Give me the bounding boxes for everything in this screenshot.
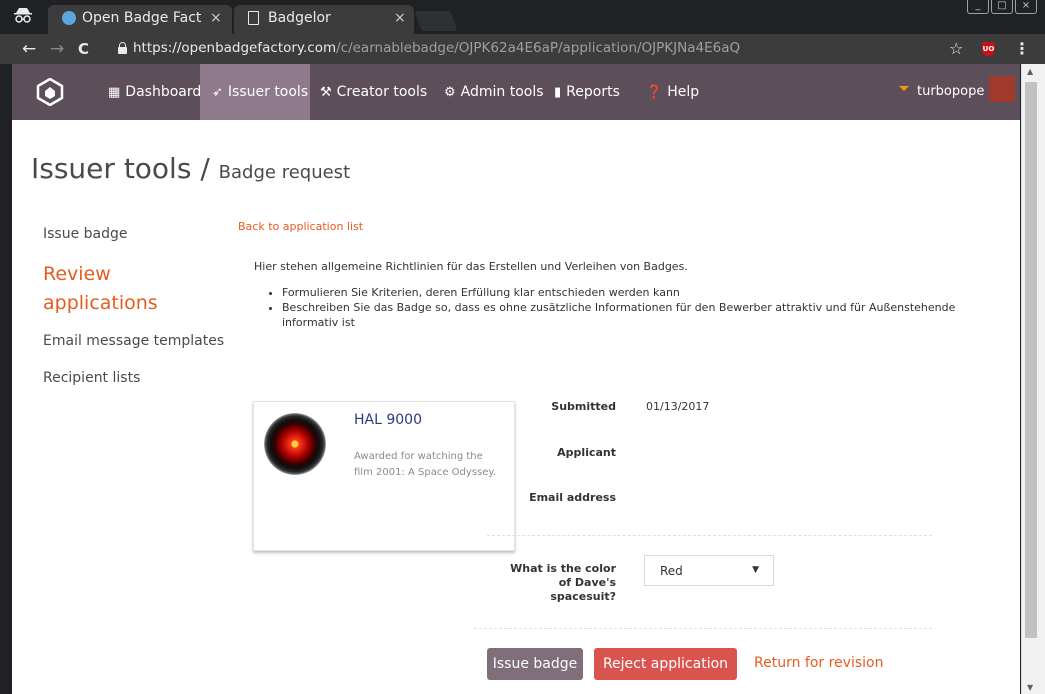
- forward-arrow-icon[interactable]: →: [50, 39, 64, 59]
- browser-menu-icon[interactable]: ⋮: [1014, 39, 1030, 58]
- user-caret-icon[interactable]: [899, 86, 909, 91]
- page-subtitle: Badge request: [218, 162, 351, 183]
- maximize-icon[interactable]: □: [991, 0, 1013, 14]
- page-content: Issuer tools / Badge request Issue badge…: [12, 120, 1020, 694]
- nav-reports[interactable]: ▮ Reports: [554, 64, 620, 120]
- nav-creator-tools[interactable]: ⚒ Creator tools: [320, 64, 427, 120]
- divider: [487, 535, 932, 536]
- wrench-icon: ⚒: [320, 85, 332, 100]
- send-icon: ➶: [212, 85, 223, 100]
- page-favicon-icon: [248, 11, 259, 25]
- sidebar-item-review-applications[interactable]: Review applications: [43, 260, 193, 318]
- minimize-icon[interactable]: _: [967, 0, 989, 14]
- browser-window: Open Badge Factor × Badgelor × _ □ × ← →…: [0, 0, 1045, 694]
- hal-9000-badge-image: [264, 413, 326, 475]
- badge-name: HAL 9000: [354, 412, 422, 428]
- help-icon: ❓: [646, 85, 663, 100]
- new-tab-button[interactable]: [414, 11, 458, 31]
- sidebar-item-email-templates[interactable]: Email message templates: [43, 333, 224, 349]
- site-navbar: ▦ Dashboard ➶ Issuer tools ⚒ Creator tools …: [12, 64, 1020, 120]
- email-address-label: Email address: [529, 491, 616, 504]
- tab-close-icon[interactable]: ×: [394, 10, 406, 26]
- spacesuit-color-select[interactable]: Red ▼: [644, 555, 774, 586]
- page-title: Issuer tools / Badge request: [31, 152, 351, 185]
- url-text[interactable]: https://openbadgefactory.com/c/earnableb…: [133, 40, 740, 56]
- nav-help[interactable]: ❓ Help: [646, 64, 699, 120]
- guidelines-list: Formulieren Sie Kriterien, deren Erfüllu…: [268, 285, 958, 330]
- question-label: What is the color of Dave's spacesuit?: [510, 562, 616, 603]
- submitted-label: Submitted: [551, 400, 616, 413]
- reload-icon[interactable]: C: [78, 40, 89, 58]
- tab-open-badge-factory[interactable]: Open Badge Factor ×: [48, 5, 232, 34]
- scroll-down-icon[interactable]: ▼: [1027, 683, 1033, 692]
- list-item: Beschreiben Sie das Badge so, dass es oh…: [282, 300, 958, 330]
- tab-title: Badgelor: [268, 10, 331, 26]
- browser-toolbar: ← → C https://openbadgefactory.com/c/ear…: [0, 34, 1045, 64]
- lock-icon: [118, 42, 127, 54]
- incognito-icon: [13, 7, 35, 27]
- openbadge-logo-icon[interactable]: [36, 77, 64, 107]
- ublock-icon[interactable]: UO: [982, 42, 995, 56]
- submitted-value: 01/13/2017: [646, 400, 710, 413]
- sidebar-item-issue-badge[interactable]: Issue badge: [43, 226, 128, 242]
- tab-strip: Open Badge Factor × Badgelor × _ □ ×: [0, 0, 1045, 34]
- issue-badge-button[interactable]: Issue badge: [487, 648, 583, 680]
- close-window-icon[interactable]: ×: [1015, 0, 1037, 14]
- tab-close-icon[interactable]: ×: [210, 10, 222, 26]
- back-arrow-icon[interactable]: ←: [22, 39, 36, 59]
- list-item: Formulieren Sie Kriterien, deren Erfüllu…: [282, 285, 958, 300]
- bar-chart-icon: ▮: [554, 85, 562, 100]
- return-for-revision-link[interactable]: Return for revision: [754, 655, 883, 671]
- select-value: Red: [660, 564, 683, 578]
- bookmark-star-icon[interactable]: ☆: [949, 39, 963, 58]
- username[interactable]: turbopope: [917, 84, 984, 99]
- openbadge-favicon-icon: [62, 11, 76, 25]
- nav-admin-tools[interactable]: ⚙ Admin tools: [444, 64, 544, 120]
- nav-issuer-tools[interactable]: ➶ Issuer tools: [200, 64, 310, 120]
- badge-description: Awarded for watching the film 2001: A Sp…: [354, 451, 497, 478]
- sidebar-item-recipient-lists[interactable]: Recipient lists: [43, 370, 140, 386]
- nav-dashboard[interactable]: ▦ Dashboard: [108, 64, 201, 120]
- tab-title: Open Badge Factor: [82, 10, 202, 26]
- chevron-down-icon: ▼: [752, 565, 759, 575]
- scrollbar-thumb[interactable]: [1025, 82, 1037, 638]
- back-to-list-link[interactable]: Back to application list: [238, 220, 363, 233]
- applicant-label: Applicant: [557, 446, 616, 459]
- dashboard-icon: ▦: [108, 85, 121, 100]
- badge-card: HAL 9000 Awarded for watching the film 2…: [253, 401, 515, 551]
- tab-badgelor[interactable]: Badgelor ×: [234, 5, 414, 34]
- scroll-up-icon[interactable]: ▲: [1027, 67, 1033, 76]
- divider: [474, 628, 932, 629]
- reject-application-button[interactable]: Reject application: [594, 648, 737, 680]
- guidelines-text: Hier stehen allgemeine Richtlinien für d…: [254, 260, 688, 273]
- avatar[interactable]: [989, 76, 1015, 102]
- gear-icon: ⚙: [444, 85, 456, 100]
- address-bar[interactable]: https://openbadgefactory.com/c/earnableb…: [100, 38, 980, 60]
